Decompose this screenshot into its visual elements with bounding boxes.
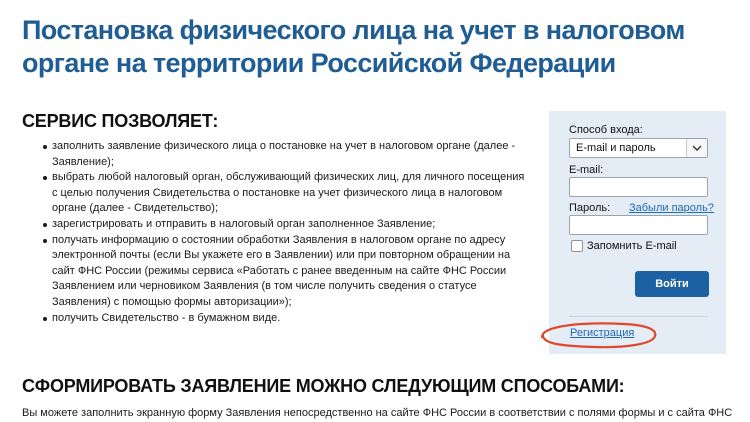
login-method-value: E-mail и пароль (576, 142, 656, 154)
email-field[interactable] (569, 177, 708, 197)
chevron-down-icon[interactable] (686, 139, 707, 157)
password-field[interactable] (569, 215, 708, 235)
page-title: Постановка физического лица на учет в на… (22, 15, 685, 78)
list-item: зарегистрировать и отправить в налоговый… (29, 217, 527, 233)
list-item: заполнить заявление физического лица о п… (29, 139, 527, 170)
email-label: E-mail: (569, 164, 604, 176)
list-item: получать информацию о состоянии обработк… (29, 233, 527, 311)
register-highlight-ellipse (540, 322, 657, 349)
login-method-label: Способ входа: (569, 124, 643, 136)
password-label: Пароль: (569, 202, 611, 214)
remember-email-checkbox[interactable] (571, 240, 583, 252)
panel-divider (569, 316, 708, 317)
login-method-select[interactable]: E-mail и пароль (569, 138, 708, 158)
application-methods-heading: Сформировать заявление можно следующим с… (22, 376, 625, 396)
remember-email-label[interactable]: Запомнить E-mail (587, 240, 677, 252)
service-features-list: заполнить заявление физического лица о п… (29, 139, 527, 326)
login-button[interactable]: Войти (635, 271, 709, 297)
login-panel: Способ входа: E-mail и пароль E-mail: Па… (549, 111, 726, 354)
forgot-password-link[interactable]: Забыли пароль? (629, 202, 714, 214)
service-features-heading: Сервис позволяет: (22, 111, 219, 131)
list-item: получить Свидетельство - в бумажном виде… (29, 311, 527, 327)
application-methods-text: Вы можете заполнить экранную форму Заявл… (22, 407, 733, 419)
list-item: выбрать любой налоговый орган, обслужива… (29, 170, 527, 217)
